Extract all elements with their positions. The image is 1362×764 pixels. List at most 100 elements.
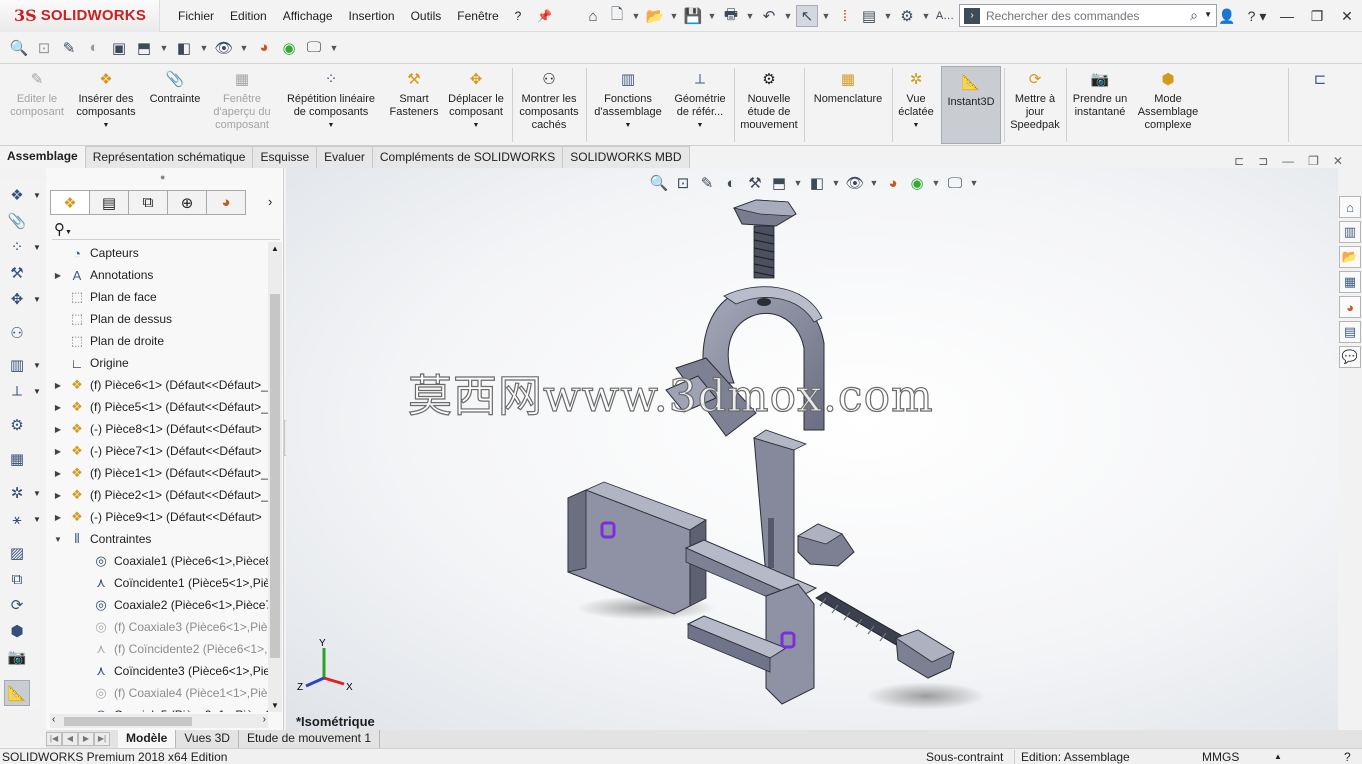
tree-item[interactable]: ◎ (f) Coaxiale4 (Pièce1<1>,Piè xyxy=(76,682,267,704)
chevron-down-icon[interactable]: ▼ xyxy=(328,37,340,59)
tree-item[interactable]: ∟ Origine xyxy=(52,352,129,374)
assembly-feature-icon[interactable]: ▥ xyxy=(6,354,28,376)
tree-item[interactable]: ▶ ❖ (-) Pièce9<1> (Défaut<<Défaut> xyxy=(52,506,262,528)
chevron-down-icon[interactable]: ▼ xyxy=(198,37,210,59)
show-hidden-icon[interactable]: ⚇ xyxy=(6,322,28,344)
prev-tab-icon[interactable]: ◀ xyxy=(62,732,78,746)
last-tab-icon[interactable]: ▶| xyxy=(94,732,110,746)
assembly-features-button[interactable]: ▥ Fonctions d'assemblage ▼ xyxy=(590,68,666,142)
bom-icon[interactable]: ▦ xyxy=(6,448,28,470)
expand-arrow-icon[interactable]: ▶ xyxy=(52,403,64,412)
filter-icon[interactable]: ⚲▼ xyxy=(52,220,280,240)
pattern-icon[interactable]: ⁘ xyxy=(6,236,28,258)
c-clamp-body[interactable] xyxy=(684,539,818,705)
tile-left-icon[interactable]: ⊏ xyxy=(1234,154,1244,168)
reference-geometry-icon[interactable]: ⟂ xyxy=(6,380,28,402)
menu-insertion[interactable]: Insertion xyxy=(341,9,403,23)
menu-fichier[interactable]: Fichier xyxy=(170,9,222,23)
reference-geometry-button[interactable]: ⟂ Géométrie de référ... ▼ xyxy=(670,68,730,142)
section-view-icon[interactable]: ◐ xyxy=(83,37,105,59)
tab-assemblage[interactable]: Assemblage xyxy=(0,146,86,168)
view-orientation-icon[interactable]: ⬒ xyxy=(133,37,155,59)
expand-arrow-icon[interactable]: ▶ xyxy=(52,491,64,500)
new-document-icon[interactable]: 🗋 xyxy=(606,5,628,27)
large-assembly-mode-button[interactable]: ⬢ Mode Assemblage complexe xyxy=(1134,68,1202,142)
open-folder-icon[interactable]: 📂 xyxy=(644,5,666,27)
chevron-down-icon[interactable]: ▼ xyxy=(668,5,680,27)
insert-components-button[interactable]: ❖ Insérer des composants ▼ xyxy=(72,68,140,142)
tree-item[interactable]: ▶ ❖ (-) Pièce7<1> (Défaut<<Défaut> xyxy=(52,440,262,462)
tree-item[interactable]: ⬚ Plan de face xyxy=(52,286,157,308)
tree-item[interactable]: ◎ Coaxiale1 (Pièce6<1>,Pièce8 xyxy=(76,550,268,572)
hex-nut[interactable] xyxy=(797,523,855,567)
menu-fenetre[interactable]: Fenêtre xyxy=(449,9,506,23)
tree-horizontal-scrollbar[interactable]: ‹ › xyxy=(50,714,268,728)
knob-screw-top[interactable] xyxy=(732,199,797,279)
chevron-down-icon[interactable]: ▼ xyxy=(33,361,41,370)
file-explorer-icon[interactable]: 📂 xyxy=(1339,246,1361,268)
close-icon[interactable]: ✕ xyxy=(1332,8,1362,25)
chevron-down-icon[interactable]: ▼ xyxy=(697,119,704,132)
bom-button[interactable]: ▦ Nomenclature xyxy=(808,68,888,142)
chevron-down-icon[interactable]: ▼ xyxy=(744,5,756,27)
tab-representation-schematique[interactable]: Représentation schématique xyxy=(85,146,254,168)
appearances-icon[interactable]: ◕ xyxy=(1339,296,1361,318)
home-icon[interactable]: ⌂ xyxy=(582,5,604,27)
menu-help[interactable]: ? xyxy=(507,9,530,23)
tile-right-icon[interactable]: ⊐ xyxy=(1258,154,1268,168)
3d-view-icon[interactable]: ▣ xyxy=(108,37,130,59)
tree-item[interactable]: ▼ ⫴ Contraintes xyxy=(52,528,151,550)
chevron-down-icon[interactable]: ▼ xyxy=(782,5,794,27)
assembly-tool-icon[interactable]: ▨ xyxy=(6,542,28,564)
traffic-light-icon[interactable]: ⁞ xyxy=(834,5,856,27)
exploded-view-button[interactable]: ✲ Vue éclatée ▼ xyxy=(896,68,936,142)
tree-item[interactable]: ⋏ (f) Coïncidente2 (Pièce6<1>, xyxy=(76,638,267,660)
save-icon[interactable]: 💾 xyxy=(682,5,704,27)
scene-icon[interactable]: ◉ xyxy=(278,37,300,59)
menu-affichage[interactable]: Affichage xyxy=(275,9,341,23)
tree-item[interactable]: ◔ Capteurs xyxy=(52,242,139,264)
tree-item[interactable]: ▶ ❖ (f) Pièce5<1> (Défaut<<Défaut>_ xyxy=(52,396,268,418)
collapse-arrow-icon[interactable]: ▼ xyxy=(52,535,64,544)
first-tab-icon[interactable]: |◀ xyxy=(46,732,62,746)
chevron-down-icon[interactable]: ▼ xyxy=(625,119,632,132)
chevron-down-icon[interactable]: ▼ xyxy=(706,5,718,27)
long-screw[interactable] xyxy=(815,591,955,679)
expand-arrow-icon[interactable]: ▶ xyxy=(52,425,64,434)
new-motion-study-button[interactable]: ⚙ Nouvelle étude de mouvement xyxy=(738,68,800,142)
chevron-up-icon[interactable]: ▲ xyxy=(1274,752,1282,761)
expand-arrow-icon[interactable]: ▶ xyxy=(52,447,64,456)
scrollbar-thumb[interactable] xyxy=(64,717,192,726)
options-gear-icon[interactable]: ⚙ xyxy=(896,5,918,27)
chevron-down-icon[interactable]: ▼ xyxy=(920,5,932,27)
dimxpert-tab-icon[interactable]: ⊕ xyxy=(167,190,207,215)
chevron-down-icon[interactable]: ▼ xyxy=(33,515,41,524)
unit-system[interactable]: MMGS xyxy=(1202,750,1239,764)
tree-item[interactable]: ◎ Coaxiale5 (Pièce2<1>,Pièce9 xyxy=(76,704,268,712)
search-icon[interactable]: ⌕ xyxy=(1190,7,1198,24)
linear-pattern-button[interactable]: ⁘ Répétition linéaire de composants ▼ xyxy=(280,68,382,142)
restore-icon[interactable]: ❐ xyxy=(1308,154,1319,168)
chevron-down-icon[interactable]: ▼ xyxy=(473,119,480,132)
scroll-left-icon[interactable]: ‹ xyxy=(52,714,55,725)
minimize-icon[interactable]: — xyxy=(1282,154,1294,168)
expand-arrow-icon[interactable]: ▶ xyxy=(52,381,64,390)
show-hidden-button[interactable]: ⚇ Montrer les composants cachés xyxy=(516,68,582,142)
hide-show-icon[interactable]: 👁 xyxy=(213,37,235,59)
tree-item[interactable]: ▶ ❖ (-) Pièce8<1> (Défaut<<Défaut> xyxy=(52,418,262,440)
display-manager-tab-icon[interactable]: ◕ xyxy=(206,190,246,215)
chevron-down-icon[interactable]: ▼ xyxy=(1204,10,1212,19)
user-icon[interactable]: 👤 xyxy=(1212,8,1242,25)
zoom-area-icon[interactable]: ⊡ xyxy=(33,37,55,59)
expand-arrow-icon[interactable]: ▶ xyxy=(52,469,64,478)
undo-icon[interactable]: ↶ xyxy=(758,5,780,27)
tab-complements[interactable]: Compléments de SOLIDWORKS xyxy=(372,146,564,168)
view-palette-icon[interactable]: ▦ xyxy=(1339,271,1361,293)
speedpak-icon[interactable]: ⟳ xyxy=(6,594,28,616)
paperclip-icon[interactable]: 📎 xyxy=(6,210,28,232)
view-settings-icon[interactable]: 🖵 xyxy=(303,37,325,59)
tree-item[interactable]: ⋏ Coïncidente3 (Pièce6<1>,Pie xyxy=(76,660,268,682)
feature-tree-tab-icon[interactable]: ❖ xyxy=(50,190,90,215)
tree-item[interactable]: ◎ Coaxiale2 (Pièce6<1>,Pièce7 xyxy=(76,594,268,616)
menu-edition[interactable]: Edition xyxy=(222,9,275,23)
